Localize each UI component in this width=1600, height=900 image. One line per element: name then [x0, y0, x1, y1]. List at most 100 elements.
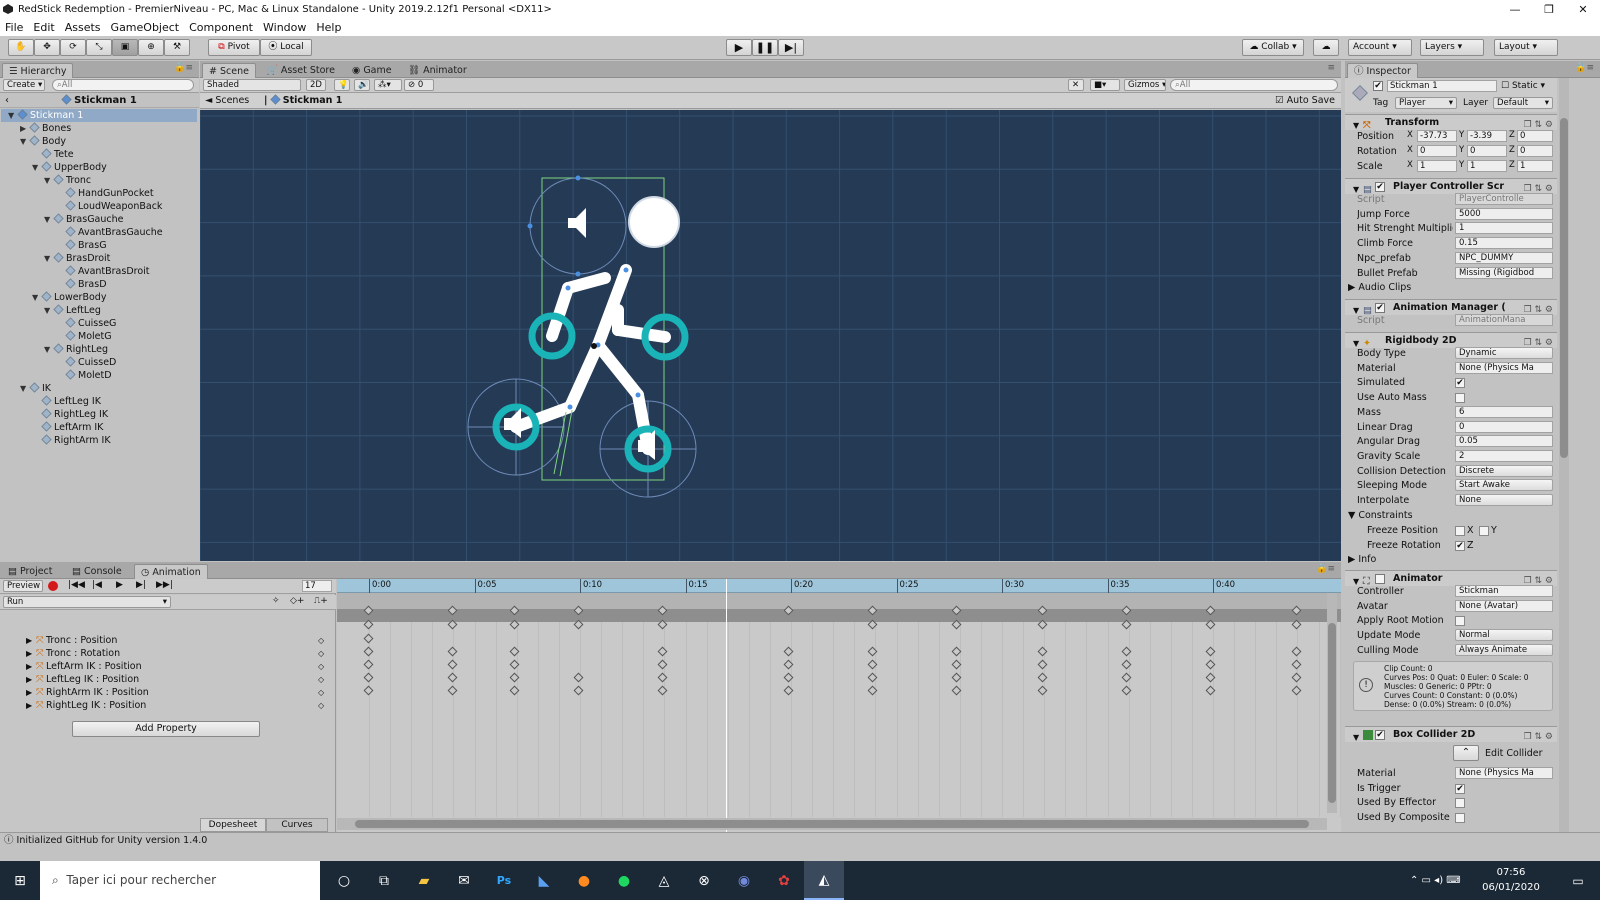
keyframe[interactable] [573, 605, 584, 616]
keyframe[interactable] [1037, 685, 1048, 696]
property-field[interactable]: 0 [1455, 420, 1553, 433]
hierarchy-item[interactable]: ▶ Bones [20, 122, 71, 135]
keyframe[interactable] [509, 646, 520, 657]
hierarchy-item[interactable]: RightLeg IK [32, 408, 108, 421]
track-key-icon[interactable]: ◇ [318, 699, 324, 712]
menu-assets[interactable]: Assets [60, 21, 106, 34]
track-key-icon[interactable]: ◇ [318, 686, 324, 699]
keyframe[interactable] [363, 659, 374, 670]
gizmos-dropdown[interactable]: Gizmos ▾ [1124, 79, 1166, 91]
breadcrumb-scenes[interactable]: ◄ Scenes [205, 93, 249, 108]
windows-start-icon[interactable]: ⊞ [0, 861, 40, 900]
hierarchy-item[interactable]: LeftArm IK [32, 421, 103, 434]
step-button[interactable]: ▶| [778, 39, 804, 56]
unity-editor-icon[interactable]: ◭ [804, 861, 844, 900]
box-collider-checkbox[interactable]: ✔ [1375, 730, 1385, 740]
hidden-objects-toggle[interactable]: ⊘ 0 [404, 79, 434, 91]
object-name-field[interactable]: Stickman 1 [1387, 80, 1497, 92]
foldout-arrow-icon[interactable]: ▼ [44, 304, 54, 317]
property-dropdown[interactable]: Start Awake [1455, 479, 1553, 492]
keyframe[interactable] [447, 685, 458, 696]
discord-icon[interactable]: ◉ [724, 861, 764, 900]
property-field[interactable]: None (Avatar) [1455, 599, 1553, 612]
frame-field[interactable]: 17 [302, 580, 332, 592]
minimize-button[interactable]: — [1498, 0, 1532, 19]
foldout-arrow-icon[interactable]: ▶ [26, 647, 32, 660]
property-field[interactable]: 0.15 [1455, 237, 1553, 250]
foldout-arrow-icon[interactable]: ▶ [20, 122, 30, 135]
hierarchy-item[interactable]: CuisseD [56, 356, 116, 369]
auto-save-toggle[interactable]: ☑ Auto Save [1275, 93, 1335, 108]
taskbar-search-input[interactable]: ⌕ Taper ici pour rechercher [40, 861, 320, 900]
keyframes[interactable] [337, 579, 1341, 832]
track-key-icon[interactable]: ◇ [318, 673, 324, 686]
layers-dropdown[interactable]: Layers ▾ [1420, 39, 1484, 56]
keyframe[interactable] [657, 672, 668, 683]
animation-track[interactable]: ▶ ⤧ LeftLeg IK : Position ◇ [0, 673, 336, 686]
keyframe[interactable] [657, 646, 668, 657]
scale-tool-icon[interactable]: ⤡ [86, 39, 112, 56]
custom-tool-icon[interactable]: ⚒ [164, 39, 190, 56]
menu-window[interactable]: Window [258, 21, 311, 34]
animation-track[interactable]: ▶ ⤧ RightArm IK : Position ◇ [0, 686, 336, 699]
mail-icon[interactable]: ✉ [444, 861, 484, 900]
audio-clips-row[interactable]: ▶ Audio Clips [1345, 280, 1557, 295]
menu-file[interactable]: File [0, 21, 28, 34]
tab-inspector[interactable]: ⓘ Inspector [1347, 63, 1418, 78]
hand-tool-icon[interactable]: ✋ [8, 39, 34, 56]
create-dropdown[interactable]: Create ▾ [3, 79, 45, 91]
clip-dropdown[interactable]: Run ▾ [3, 596, 171, 608]
transform-tool-icon[interactable]: ⊕ [138, 39, 164, 56]
hierarchy-item[interactable]: ▼ Body [20, 135, 66, 148]
static-toggle[interactable]: ☐ Static ▾ [1501, 81, 1545, 91]
property-field[interactable]: 5000 [1455, 207, 1553, 220]
animation-menu-icon[interactable]: 🔒≡ [1316, 564, 1335, 574]
keyframe[interactable] [657, 605, 668, 616]
hierarchy-item[interactable]: ▼ IK [20, 382, 51, 395]
property-checkbox[interactable] [1455, 813, 1465, 824]
keyframe[interactable] [1121, 619, 1132, 630]
foldout-arrow-icon[interactable]: ▶ [26, 660, 32, 673]
foldout-arrow-icon[interactable]: ▼ [8, 109, 18, 122]
property-field[interactable]: None (Physics Ma [1455, 361, 1553, 374]
animator-checkbox[interactable] [1375, 574, 1385, 584]
hierarchy-item[interactable]: ▼ LeftLeg [44, 304, 101, 317]
hierarchy-item[interactable]: ▼ RightLeg [44, 343, 108, 356]
keyframe[interactable] [447, 659, 458, 670]
hierarchy-item[interactable]: ▼ LowerBody [32, 291, 106, 304]
foldout-arrow-icon[interactable]: ▼ [20, 382, 30, 395]
player-controller-checkbox[interactable]: ✔ [1375, 182, 1385, 192]
keyframe[interactable] [1037, 659, 1048, 670]
property-checkbox[interactable]: ✔ [1455, 378, 1465, 389]
pause-button[interactable]: ❚❚ [752, 39, 778, 56]
scene-canvas[interactable] [200, 110, 1341, 561]
github-desktop-icon[interactable]: ✿ [764, 861, 804, 900]
effects-icon[interactable]: ⁂▾ [374, 79, 402, 91]
box-collider-header[interactable]: ▼ ✔ Box Collider 2D ❐ ⇅ ⚙ [1345, 726, 1557, 742]
property-field[interactable]: PlayerControlle [1455, 193, 1553, 205]
scale-x-field[interactable]: 1 [1417, 160, 1457, 172]
foldout-arrow-icon[interactable]: ▶ [26, 634, 32, 647]
hierarchy-item[interactable]: AvantBrasDroit [56, 265, 150, 278]
tab-dopesheet[interactable]: Dopesheet [200, 818, 266, 832]
keyframe[interactable] [447, 672, 458, 683]
scale-y-field[interactable]: 1 [1467, 160, 1507, 172]
hierarchy-item[interactable]: CuisseG [56, 317, 116, 330]
record-icon[interactable] [48, 581, 58, 591]
play-anim-icon[interactable]: ▶ [116, 580, 123, 590]
last-key-icon[interactable]: ▶▶| [156, 580, 173, 590]
keyframe[interactable] [1121, 659, 1132, 670]
position-x-field[interactable]: -37.73 [1417, 130, 1457, 142]
keyframe[interactable] [1037, 672, 1048, 683]
tab-scene[interactable]: # Scene [202, 63, 256, 78]
hierarchy-item[interactable]: MoletG [56, 330, 112, 343]
property-dropdown[interactable]: Always Animate [1455, 643, 1553, 656]
cloud-icon[interactable]: ☁ [1313, 39, 1339, 56]
property-checkbox[interactable] [1455, 393, 1465, 404]
keyframe[interactable] [363, 685, 374, 696]
property-field[interactable]: Stickman [1455, 585, 1553, 597]
keyframe[interactable] [509, 605, 520, 616]
hierarchy-item[interactable]: HandGunPocket [56, 187, 154, 200]
keyframe[interactable] [1121, 685, 1132, 696]
property-field[interactable]: Missing (Rigidbod [1455, 266, 1553, 279]
